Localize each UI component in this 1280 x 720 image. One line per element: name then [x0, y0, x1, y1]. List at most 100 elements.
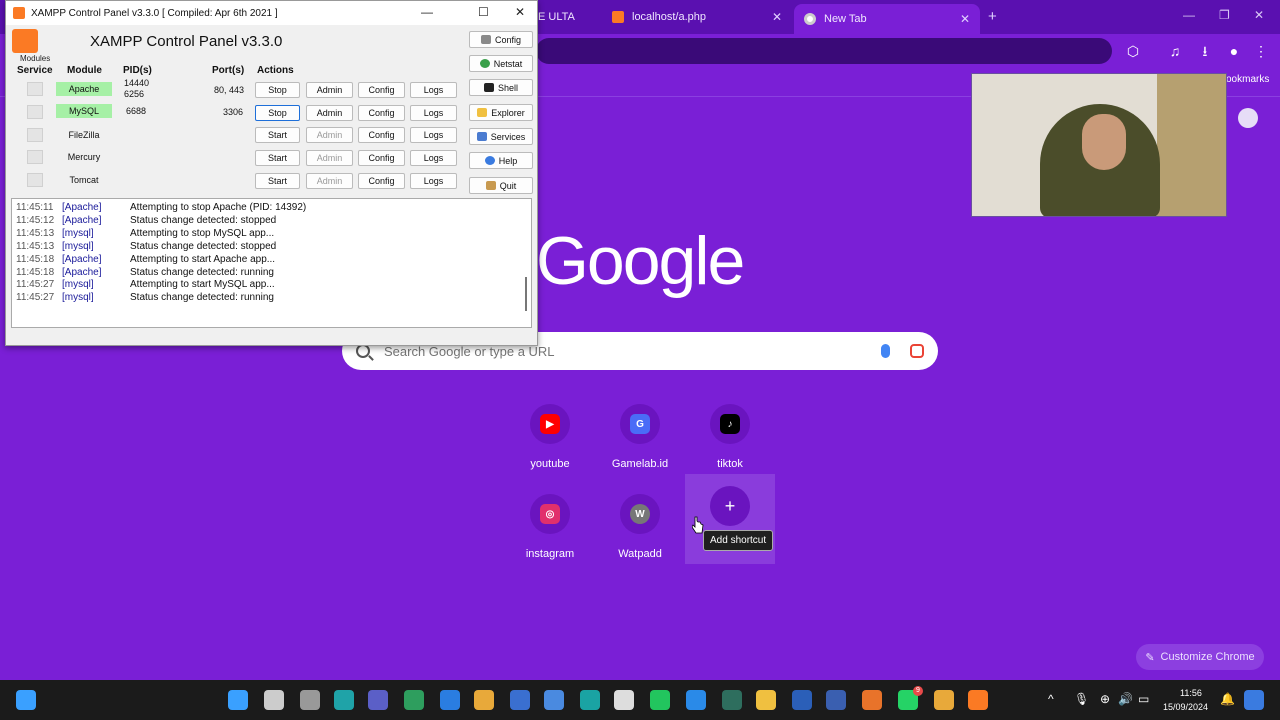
menu-icon[interactable]: ⋮: [1250, 40, 1272, 62]
help-button[interactable]: Help: [469, 152, 533, 169]
maximize-icon[interactable]: ❐: [1219, 8, 1230, 22]
logs-button[interactable]: Logs: [410, 82, 457, 98]
chevron-up-icon[interactable]: ^: [1048, 692, 1054, 706]
teams-icon[interactable]: [368, 690, 388, 710]
config-side-button[interactable]: Config: [469, 31, 533, 48]
extensions-icon[interactable]: ⬡: [1122, 40, 1144, 62]
start-tomcat-button[interactable]: Start: [255, 173, 300, 189]
start-icon[interactable]: [228, 690, 248, 710]
service-checkbox[interactable]: [27, 128, 43, 142]
profile-icon[interactable]: ●: [1223, 40, 1245, 62]
admin-button[interactable]: Admin: [306, 82, 353, 98]
shell-button[interactable]: Shell: [469, 79, 533, 96]
network-icon[interactable]: ⊕: [1100, 692, 1110, 706]
search-icon[interactable]: [264, 690, 284, 710]
arduino-icon[interactable]: [580, 690, 600, 710]
shortcut-youtube[interactable]: ▶ youtube: [505, 392, 595, 478]
edge-icon[interactable]: [334, 690, 354, 710]
service-checkbox[interactable]: [27, 150, 43, 164]
close-icon[interactable]: ✕: [772, 10, 782, 24]
customize-chrome-button[interactable]: ✎ Customize Chrome: [1136, 644, 1264, 670]
tiktok-icon: ♪: [720, 414, 740, 434]
volume-icon[interactable]: 🔊: [1118, 692, 1133, 706]
gamelab-icon: G: [630, 414, 650, 434]
mic-tray-icon[interactable]: 🎙: [1074, 692, 1089, 706]
admin-button[interactable]: Admin: [306, 105, 353, 121]
side-panel-icon[interactable]: [1238, 108, 1258, 128]
terminal-app-icon[interactable]: [722, 690, 742, 710]
log-scrollbar[interactable]: [525, 277, 527, 311]
stop-mysql-button[interactable]: Stop: [255, 105, 300, 121]
clock-time[interactable]: 11:56: [1180, 688, 1202, 698]
xampp-icon[interactable]: [968, 690, 988, 710]
start-filezilla-button[interactable]: Start: [255, 127, 300, 143]
mic-icon[interactable]: [881, 344, 890, 358]
clock-date[interactable]: 15/09/2024: [1163, 702, 1208, 712]
quit-button[interactable]: Quit: [469, 177, 533, 194]
copilot-icon[interactable]: [1244, 690, 1264, 710]
logs-button[interactable]: Logs: [410, 150, 457, 166]
chrome-icon[interactable]: [474, 690, 494, 710]
address-bar[interactable]: [536, 38, 1112, 64]
config-button[interactable]: Config: [358, 173, 405, 189]
google-lens-icon[interactable]: [910, 344, 924, 358]
shortcut-instagram[interactable]: ◎ instagram: [505, 482, 595, 568]
bookmarks-label[interactable]: ookmarks: [1226, 74, 1269, 85]
shortcut-watpadd[interactable]: W Watpadd: [595, 482, 685, 568]
vscode-icon[interactable]: [686, 690, 706, 710]
download-icon[interactable]: ⭳: [1194, 40, 1216, 62]
xampp-header-title: XAMPP Control Panel v3.3.0: [90, 33, 283, 50]
log-panel[interactable]: 11:45:11 [Apache] Attempting to stop Apach…: [11, 198, 532, 328]
stop-apache-button[interactable]: Stop: [255, 82, 300, 98]
start-mercury-button[interactable]: Start: [255, 150, 300, 166]
logs-button[interactable]: Logs: [410, 105, 457, 121]
logs-button[interactable]: Logs: [410, 173, 457, 189]
explorer-icon[interactable]: [756, 690, 776, 710]
log-message: Status change detected: running: [130, 266, 274, 278]
netstat-button[interactable]: Netstat: [469, 55, 533, 72]
close-window-icon[interactable]: ✕: [1254, 8, 1264, 22]
config-button[interactable]: Config: [358, 150, 405, 166]
close-icon[interactable]: ✕: [960, 12, 970, 26]
service-checkbox[interactable]: [27, 105, 43, 119]
battery-icon[interactable]: ▭: [1138, 692, 1149, 706]
chrome-profile-icon[interactable]: [934, 690, 954, 710]
config-button[interactable]: Config: [358, 105, 405, 121]
log-row: 11:45:27 [mysql] Attempting to start MySQL…: [16, 279, 527, 292]
widgets-icon[interactable]: [16, 690, 36, 710]
vpn-icon[interactable]: [510, 690, 530, 710]
new-tab-plus-icon[interactable]: +: [988, 8, 997, 25]
word-icon[interactable]: [792, 690, 812, 710]
close-icon[interactable]: ✕: [515, 5, 525, 19]
services-label: Services: [490, 131, 526, 142]
shortcut-tiktok[interactable]: ♪ tiktok: [685, 392, 775, 478]
edge-dev-icon[interactable]: [404, 690, 424, 710]
dev-icon[interactable]: [826, 690, 846, 710]
notification-icon[interactable]: 🔔: [1220, 692, 1235, 706]
maximize-icon[interactable]: ☐: [478, 5, 489, 19]
tab-title: New Tab: [824, 13, 867, 25]
3d-icon[interactable]: [614, 690, 634, 710]
services-button[interactable]: Services: [469, 128, 533, 145]
task-view-icon[interactable]: [300, 690, 320, 710]
log-row: 11:45:11 [Apache] Attempting to stop Apach…: [16, 202, 527, 215]
config-button[interactable]: Config: [358, 82, 405, 98]
tab-localhost[interactable]: localhost/a.php ✕: [602, 4, 792, 30]
phone-icon[interactable]: [650, 690, 670, 710]
app-icon[interactable]: [862, 690, 882, 710]
logs-button[interactable]: Logs: [410, 127, 457, 143]
shortcut-gamelab[interactable]: G Gamelab.id: [595, 392, 685, 478]
minimize-icon[interactable]: —: [421, 5, 433, 19]
xampp-titlebar: XAMPP Control Panel v3.3.0 [ Compiled: A…: [6, 1, 537, 25]
tab-new-tab[interactable]: New Tab ✕: [794, 4, 980, 34]
minimize-icon[interactable]: —: [1183, 8, 1195, 22]
tab-ulta[interactable]: E ULTA: [528, 4, 600, 30]
mail-icon[interactable]: [440, 690, 460, 710]
browser-icon[interactable]: [544, 690, 564, 710]
config-button[interactable]: Config: [358, 127, 405, 143]
service-checkbox[interactable]: [27, 173, 43, 187]
tab-title: E ULTA: [538, 11, 575, 23]
media-icon[interactable]: ♫: [1164, 40, 1186, 62]
explorer-button[interactable]: Explorer: [469, 104, 533, 121]
service-checkbox[interactable]: [27, 82, 43, 96]
